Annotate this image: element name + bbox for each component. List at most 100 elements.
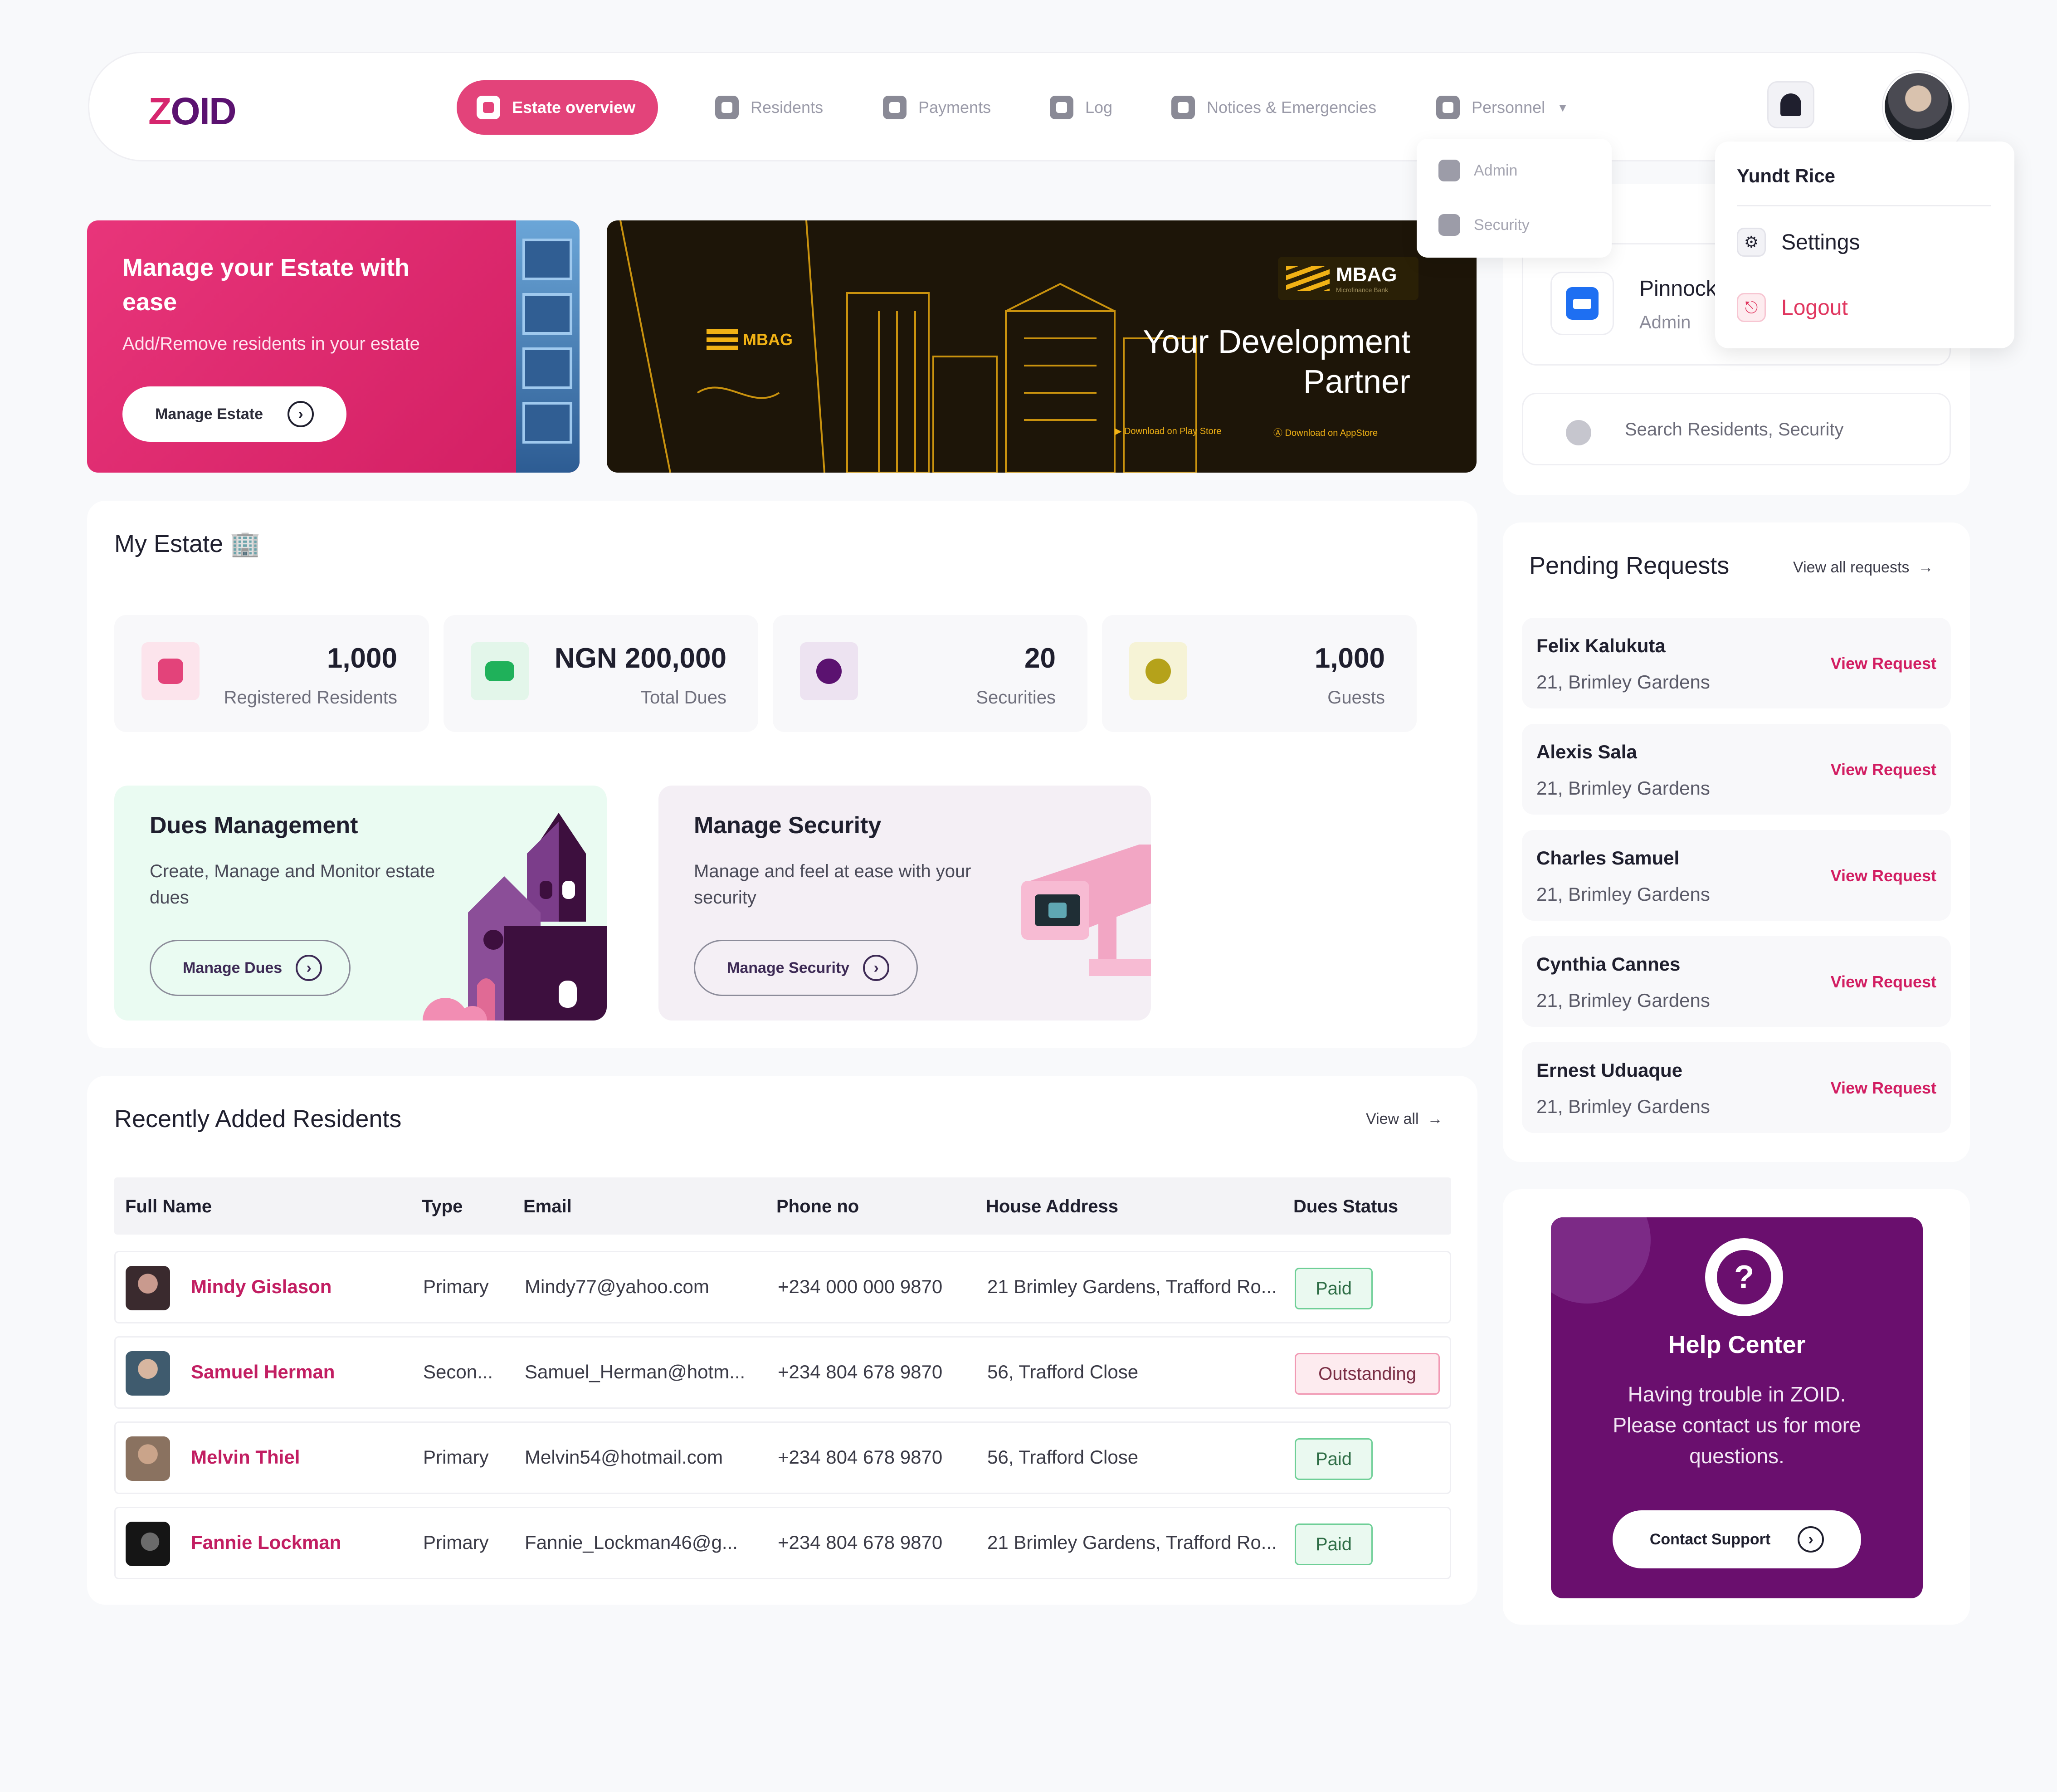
table-row[interactable]: Mindy Gislason Primary Mindy77@yahoo.com… (114, 1251, 1451, 1323)
security-camera-illustration (1021, 845, 1151, 976)
status-badge: Paid (1295, 1523, 1373, 1565)
question-icon: ? (1705, 1238, 1783, 1316)
dues-management-card: Dues Management Create, Manage and Monit… (114, 786, 607, 1021)
bell-icon (1780, 93, 1801, 116)
money-icon (471, 642, 529, 700)
chevron-right-icon: › (296, 955, 322, 981)
profile-name: Yundt Rice (1737, 165, 1836, 186)
contact-support-button[interactable]: Contact Support › (1613, 1510, 1861, 1568)
user-icon (715, 96, 739, 119)
hero-title: Manage your Estate with ease (122, 254, 410, 316)
guests-icon (1129, 642, 1187, 700)
chevron-down-icon: ▼ (1557, 100, 1569, 114)
table-row[interactable]: Fannie Lockman Primary Fannie_Lockman46@… (114, 1507, 1451, 1579)
org-logo (1550, 272, 1614, 335)
stat-guests[interactable]: 1,000 Guests (1102, 615, 1417, 732)
resident-avatar (126, 1522, 170, 1566)
view-request-link[interactable]: View Request (1831, 1079, 1936, 1098)
nav-payments[interactable]: Payments (883, 80, 991, 135)
help-center-card: ? Help Center Having trouble in ZOID. Pl… (1551, 1217, 1923, 1598)
recent-residents-section: Recently Added Residents View all → Full… (87, 1076, 1477, 1605)
resident-badge-icon (141, 642, 200, 700)
nav-notices[interactable]: Notices & Emergencies (1171, 80, 1376, 135)
request-item: Cynthia Cannes 21, Brimley Gardens View … (1522, 936, 1951, 1027)
org-role: Admin (1639, 313, 1691, 332)
section-title: Pending Requests (1529, 552, 1730, 579)
search-input[interactable]: Search Residents, Security (1522, 393, 1951, 465)
personnel-dropdown: Admin Security (1417, 139, 1612, 258)
org-name: Pinnock (1639, 277, 1717, 301)
chevron-right-icon: › (1798, 1526, 1824, 1553)
mbag-logo: MBAG Microfinance Bank (1278, 257, 1418, 300)
view-request-link[interactable]: View Request (1831, 866, 1936, 885)
table-row[interactable]: Samuel Herman Secon... Samuel_Herman@hot… (114, 1336, 1451, 1409)
view-request-link[interactable]: View Request (1831, 760, 1936, 779)
hero-subtitle: Add/Remove residents in your estate (122, 334, 420, 354)
request-item: Ernest Uduaque 21, Brimley Gardens View … (1522, 1042, 1951, 1133)
table-row[interactable]: Melvin Thiel Primary Melvin54@hotmail.co… (114, 1421, 1451, 1494)
banner-title: Your Development Partner (1143, 324, 1410, 400)
view-all-residents-link[interactable]: View all → (1366, 1110, 1443, 1128)
mbag-ad-banner[interactable]: MBAG MBAG Microfinance Bank Your Develop… (607, 220, 1477, 473)
house-icon (1566, 287, 1599, 320)
manage-estate-button[interactable]: Manage Estate › (122, 386, 346, 442)
home-icon (477, 96, 500, 119)
search-icon (1566, 420, 1591, 445)
view-all-requests-link[interactable]: View all requests → (1793, 559, 1933, 576)
nav-residents[interactable]: Residents (715, 80, 823, 135)
book-icon (1171, 96, 1195, 119)
manage-estate-card: Manage your Estate with ease Add/Remove … (87, 220, 580, 473)
chevron-right-icon: › (288, 401, 314, 427)
arrow-right-icon: → (1918, 559, 1934, 576)
arrow-right-icon: → (1427, 1110, 1443, 1128)
request-item: Alexis Sala 21, Brimley Gardens View Req… (1522, 724, 1951, 815)
user-avatar[interactable] (1883, 71, 1954, 142)
settings-menu-item[interactable]: ⚙ Settings (1737, 228, 1860, 257)
manage-dues-button[interactable]: Manage Dues › (150, 940, 351, 996)
log-icon (1050, 96, 1073, 119)
logout-icon: ⎋ (1737, 293, 1766, 322)
nav-personnel[interactable]: Personnel ▼ (1436, 80, 1569, 135)
personnel-item-security[interactable]: Security (1438, 214, 1530, 236)
status-badge: Paid (1295, 1268, 1373, 1309)
help-text: Having trouble in ZOID. Please contact u… (1613, 1382, 1861, 1468)
help-title: Help Center (1668, 1331, 1806, 1358)
view-request-link[interactable]: View Request (1831, 972, 1936, 991)
logout-menu-item[interactable]: ⎋ Logout (1737, 293, 1848, 322)
chevron-right-icon: › (863, 955, 890, 981)
section-title: Recently Added Residents (114, 1105, 402, 1133)
nav-log[interactable]: Log (1050, 80, 1112, 135)
section-title: My Estate 🏢 (114, 530, 261, 557)
houses-illustration (423, 813, 607, 1021)
notification-button[interactable] (1767, 81, 1814, 128)
table-header: Full Name Type Email Phone no House Addr… (114, 1177, 1451, 1235)
manage-security-card: Manage Security Manage and feel at ease … (658, 786, 1151, 1021)
personnel-item-admin[interactable]: Admin (1438, 160, 1517, 181)
profile-dropdown: Yundt Rice ⚙ Settings ⎋ Logout (1715, 142, 2014, 348)
play-store-link[interactable]: ▶ Download on Play Store (1115, 425, 1222, 437)
status-badge: Outstanding (1295, 1353, 1440, 1395)
search-placeholder: Search Residents, Security (1625, 420, 1844, 439)
divider (1737, 205, 1991, 206)
svg-text:MBAG: MBAG (743, 330, 793, 349)
request-item: Felix Kalukuta 21, Brimley Gardens View … (1522, 618, 1951, 708)
person-badge-icon (1438, 160, 1460, 181)
shield-icon (1438, 214, 1460, 236)
my-estate-section: My Estate 🏢 1,000 Registered Residents N… (87, 501, 1477, 1048)
money-icon (883, 96, 907, 119)
building-illustration (516, 220, 580, 473)
status-badge: Paid (1295, 1438, 1373, 1480)
stat-total-dues[interactable]: NGN 200,000 Total Dues (444, 615, 758, 732)
manage-security-button[interactable]: Manage Security › (694, 940, 918, 996)
nav-estate-overview[interactable]: Estate overview (457, 80, 658, 135)
resident-avatar (126, 1266, 170, 1310)
stat-securities[interactable]: 20 Securities (773, 615, 1087, 732)
decorative-blob (1551, 1217, 1651, 1304)
mbag-mark-icon (1286, 266, 1330, 291)
stat-registered-residents[interactable]: 1,000 Registered Residents (114, 615, 429, 732)
request-item: Charles Samuel 21, Brimley Gardens View … (1522, 830, 1951, 921)
zoid-logo[interactable]: ZOID (148, 89, 237, 133)
app-store-link[interactable]: Ⓐ Download on AppStore (1273, 425, 1378, 439)
users-icon (800, 642, 858, 700)
view-request-link[interactable]: View Request (1831, 654, 1936, 673)
